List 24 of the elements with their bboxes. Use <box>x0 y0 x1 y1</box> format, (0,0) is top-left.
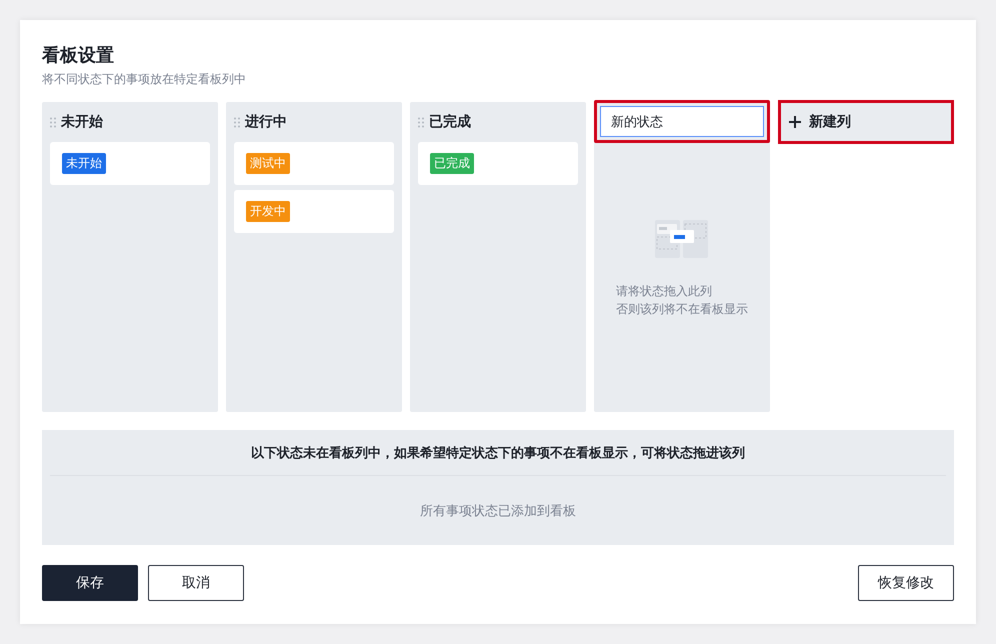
column-title: 未开始 <box>61 113 103 131</box>
status-tag: 开发中 <box>246 201 290 222</box>
save-button[interactable]: 保存 <box>42 565 138 601</box>
plus-icon <box>789 116 801 128</box>
action-button[interactable]: 恢复修改 <box>858 565 954 601</box>
empty-text: 所有事项状态已添加到看板 <box>420 502 576 520</box>
drag-handle-icon[interactable] <box>418 116 424 128</box>
drag-handle-icon[interactable] <box>50 116 56 128</box>
drag-handle-icon[interactable] <box>234 116 240 128</box>
status-card[interactable]: 未开始 <box>50 142 210 185</box>
status-tag: 已完成 <box>430 153 474 174</box>
dialog-title: 看板设置 <box>42 44 115 66</box>
empty-board-drawing <box>655 220 709 258</box>
hint-text: 否则该列将不在看板显示 <box>616 301 748 318</box>
new-column-button[interactable]: 新建列 <box>778 100 954 144</box>
status-tag: 未开始 <box>62 153 106 174</box>
hint-text: 请将状态拖入此列 <box>616 283 713 300</box>
column-title: 进行中 <box>245 113 287 131</box>
column-title: 已完成 <box>429 113 471 131</box>
dialog-subtitle: 将不同状态下的事项放在特定看板列中 <box>42 71 247 88</box>
column-name-field[interactable]: 新的状态 <box>600 106 764 137</box>
status-tag: 测试中 <box>246 153 290 174</box>
panel-heading: 以下状态未在看板列中，如果希望特定状态下的事项不在看板显示，可将状态拖进该列 <box>251 444 745 462</box>
action-button[interactable]: 取消 <box>148 565 244 601</box>
